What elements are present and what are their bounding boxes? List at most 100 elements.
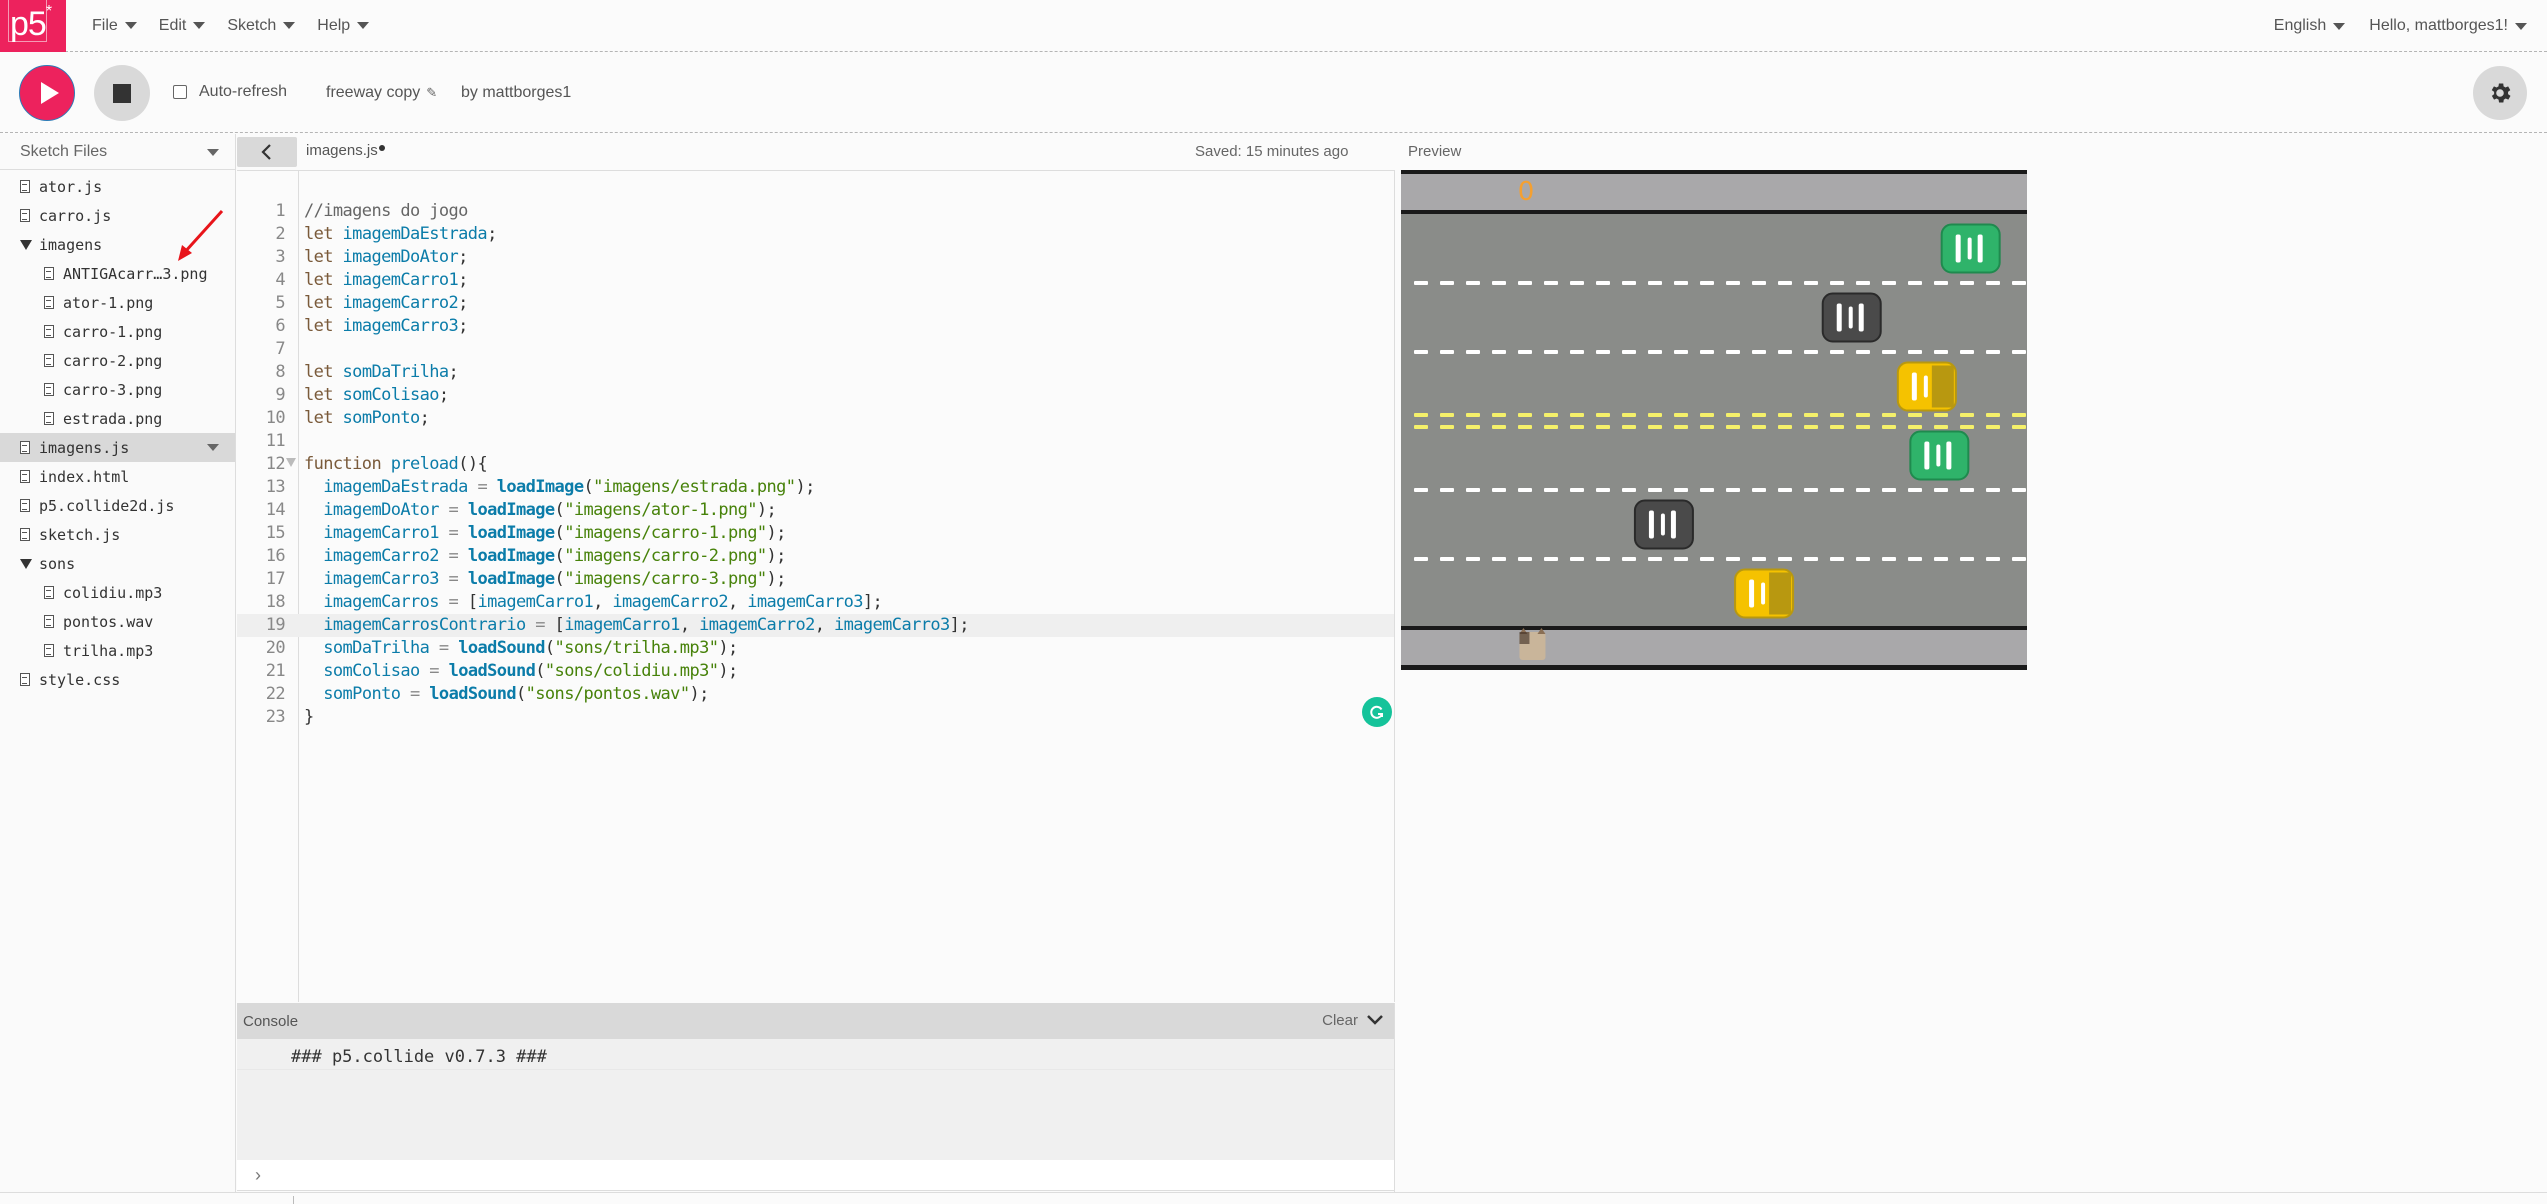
lane-dash [1986, 281, 2000, 285]
code-line[interactable]: 2 let imagemDaEstrada; [237, 223, 1394, 246]
bottom-sidewalk [1401, 630, 2027, 665]
sketch-preview[interactable]: 0 [1401, 170, 2027, 670]
car-window [1858, 303, 1864, 332]
auto-refresh-toggle[interactable]: Auto-refresh [173, 83, 287, 101]
code-line[interactable]: 13 imagemDaEstrada = loadImage("imagens/… [237, 476, 1394, 499]
code-line[interactable]: 4 let imagemCarro1; [237, 269, 1394, 292]
caret-down-icon[interactable] [207, 149, 219, 156]
game-canvas[interactable]: 0 [1401, 170, 2027, 670]
editor-tab[interactable]: imagens.js [306, 142, 385, 159]
code-line[interactable]: 23} [237, 706, 1394, 729]
file-item[interactable]: pontos.wav [0, 607, 235, 636]
code-line[interactable]: 21 somColisao = loadSound("sons/colidiu.… [237, 660, 1394, 683]
line-number: 23 [265, 707, 286, 727]
file-item[interactable]: estrada.png [0, 404, 235, 433]
collapse-sidebar-button[interactable] [237, 137, 297, 167]
code-line[interactable]: 8 let somDaTrilha; [237, 361, 1394, 384]
lane-dash [2012, 350, 2026, 354]
center-dash [1596, 425, 1610, 429]
chevron-down-icon[interactable] [1366, 1011, 1384, 1029]
file-item[interactable]: sketch.js [0, 520, 235, 549]
file-item[interactable]: p5.collide2d.js [0, 491, 235, 520]
top-curb [1401, 210, 2027, 214]
line-number: 3 [275, 247, 285, 267]
code-line[interactable]: 9 let somColisao; [237, 384, 1394, 407]
settings-button[interactable] [2473, 66, 2527, 120]
file-item[interactable]: carro-2.png [0, 346, 235, 375]
code-line[interactable]: 11 [237, 430, 1394, 453]
file-item[interactable]: carro-1.png [0, 317, 235, 346]
caret-down-icon [283, 22, 296, 29]
lane-dash [2012, 557, 2026, 561]
lane-dash [1622, 350, 1636, 354]
file-item[interactable]: imagens.js [0, 433, 235, 462]
sidebar-header[interactable]: Sketch Files [0, 134, 235, 170]
pencil-icon[interactable]: ✎ [426, 85, 437, 101]
console-clear-button[interactable]: Clear [1322, 1012, 1358, 1029]
line-number: 6 [275, 316, 285, 336]
score-text: 0 [1518, 177, 1535, 207]
code-line[interactable]: 14 imagemDoAtor = loadImage("imagens/ato… [237, 499, 1394, 522]
file-item[interactable]: carro-3.png [0, 375, 235, 404]
lane-dash [2012, 488, 2026, 492]
file-item[interactable]: ator.js [0, 172, 235, 201]
folder-expanded-icon [20, 558, 32, 569]
menu-file[interactable]: File [92, 17, 137, 35]
lane-dash [1908, 488, 1922, 492]
file-name: ANTIGAcarr…3.png [63, 264, 208, 283]
p5-logo[interactable]: p5* [0, 0, 66, 52]
file-item[interactable]: colidiu.mp3 [0, 578, 235, 607]
center-dash [2012, 413, 2026, 417]
menu-sketch[interactable]: Sketch [227, 17, 296, 35]
code-line[interactable]: 7 [237, 338, 1394, 361]
code-line[interactable]: 17 imagemCarro3 = loadImage("imagens/car… [237, 568, 1394, 591]
code-line[interactable]: 1 //imagens do jogo [237, 200, 1394, 223]
line-content: let imagemDaEstrada; [304, 224, 497, 244]
line-number: 17 [265, 569, 286, 589]
language-selector[interactable]: English [2274, 17, 2346, 35]
lane-dash [1934, 557, 1948, 561]
code-line[interactable]: 6 let imagemCarro3; [237, 315, 1394, 338]
file-options-icon[interactable] [207, 444, 219, 451]
sketch-name[interactable]: freeway copy ✎ [326, 84, 437, 102]
folder-item[interactable]: sons [0, 549, 235, 578]
file-item[interactable]: style.css [0, 665, 235, 694]
center-dash [1622, 425, 1636, 429]
file-item[interactable]: ator-1.png [0, 288, 235, 317]
auto-refresh-checkbox[interactable] [173, 85, 187, 99]
sketch-owner[interactable]: by mattborges1 [461, 84, 571, 102]
code-lines[interactable]: 1//imagens do jogo 2 let imagemDaEstrada; 3… [237, 200, 1394, 729]
code-line[interactable]: 18 imagemCarros = [imagemCarro1, imagemC… [237, 591, 1394, 614]
grammarly-button[interactable] [1362, 697, 1392, 727]
play-button[interactable] [19, 65, 75, 121]
code-line[interactable]: 3 let imagemDoAtor; [237, 246, 1394, 269]
file-item[interactable]: trilha.mp3 [0, 636, 235, 665]
code-line[interactable]: 12 function preload(){ [237, 453, 1394, 476]
center-dash [1960, 425, 1974, 429]
file-icon [44, 586, 54, 599]
code-line[interactable]: 10 let somPonto; [237, 407, 1394, 430]
code-line[interactable]: 19 imagemCarrosContrario = [imagemCarro1… [237, 614, 1394, 637]
menu-help[interactable]: Help [317, 17, 370, 35]
user-menu[interactable]: Hello, mattborges1! [2369, 17, 2527, 35]
file-item[interactable]: index.html [0, 462, 235, 491]
line-number: 9 [275, 385, 285, 405]
lane-dash [1544, 281, 1558, 285]
code-line[interactable]: 20 somDaTrilha = loadSound("sons/trilha.… [237, 637, 1394, 660]
chevron-left-icon [261, 144, 271, 160]
console-input[interactable]: › [237, 1160, 1394, 1191]
code-line[interactable]: 15 imagemCarro1 = loadImage("imagens/car… [237, 522, 1394, 545]
fold-arrow-icon[interactable] [286, 458, 296, 467]
stop-button[interactable] [94, 65, 150, 121]
center-dash [1934, 413, 1948, 417]
code-line[interactable]: 16 imagemCarro2 = loadImage("imagens/car… [237, 545, 1394, 568]
menu-edit[interactable]: Edit [159, 17, 206, 35]
code-line[interactable]: 5 let imagemCarro2; [237, 292, 1394, 315]
resize-handle[interactable] [293, 1196, 294, 1204]
line-number: 5 [275, 293, 285, 313]
center-dash [1648, 425, 1662, 429]
car-trunk [1931, 365, 1954, 408]
lane-dash [1674, 488, 1688, 492]
code-editor[interactable]: 1//imagens do jogo 2 let imagemDaEstrada; 3… [237, 170, 1395, 1002]
code-line[interactable]: 22 somPonto = loadSound("sons/pontos.wav… [237, 683, 1394, 706]
